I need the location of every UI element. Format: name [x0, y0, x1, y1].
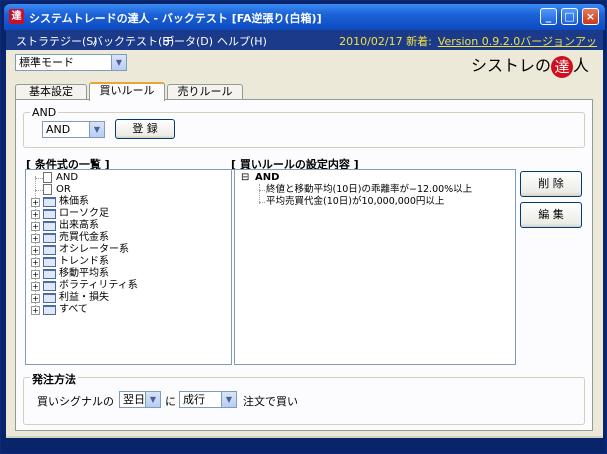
- logo: シストレの達人: [471, 52, 595, 78]
- logic-select-value: AND: [46, 123, 71, 136]
- chevron-down-icon: ▼: [89, 122, 104, 137]
- tab-buy-rules[interactable]: 買いルール: [89, 82, 165, 101]
- register-button[interactable]: 登 録: [115, 119, 175, 139]
- document-icon: [43, 172, 52, 183]
- chevron-down-icon: ▼: [145, 392, 160, 407]
- menu-backtest[interactable]: バックテスト(B): [92, 33, 174, 49]
- version-link[interactable]: Version 0.9.2.0バージョンアッ: [438, 35, 597, 48]
- conditions-tree[interactable]: AND OR + 株価系 + ローソク足 + 出来高系 + 売買代金系 + オシ…: [25, 169, 232, 365]
- main-window: 達 システムトレードの達人 - バックテスト [FA逆張り(白箱)] _ □ ×…: [0, 0, 607, 454]
- buy-rules-panel: AND AND ▼ 登 録 [ 条件式の一覧 ] [ 買いルールの設定内容 ] …: [15, 99, 593, 431]
- tab-basic-settings[interactable]: 基本設定: [15, 84, 87, 100]
- document-icon: [43, 184, 52, 195]
- minimize-button[interactable]: _: [540, 8, 557, 25]
- and-group-label: AND: [30, 106, 59, 119]
- maximize-button[interactable]: □: [561, 8, 578, 25]
- window-title: システムトレードの達人 - バックテスト [FA逆張り(白箱)]: [29, 12, 322, 25]
- status-strip: [6, 436, 603, 438]
- expand-icon[interactable]: +: [31, 270, 40, 279]
- folder-icon: [43, 209, 56, 219]
- expand-icon[interactable]: +: [31, 222, 40, 231]
- logo-text-before: シストレの: [471, 56, 552, 75]
- close-button[interactable]: ×: [582, 8, 599, 25]
- expand-icon[interactable]: +: [31, 210, 40, 219]
- edit-button[interactable]: 編 集: [520, 202, 582, 228]
- logic-select[interactable]: AND ▼: [42, 121, 105, 138]
- folder-icon: [43, 197, 56, 207]
- folder-icon: [43, 245, 56, 255]
- chevron-down-icon: ▼: [111, 55, 126, 70]
- rule-item[interactable]: 平均売買代金(10日)が10,000,000円以上: [266, 196, 444, 208]
- mode-select[interactable]: 標準モード ▼: [15, 54, 127, 71]
- expand-icon[interactable]: +: [31, 282, 40, 291]
- collapse-icon[interactable]: ⊟: [241, 172, 249, 184]
- folder-icon: [43, 221, 56, 231]
- order-suffix: 注文で買い: [243, 395, 298, 408]
- delete-button[interactable]: 削 除: [520, 171, 582, 197]
- and-group: AND AND ▼ 登 録: [23, 106, 585, 148]
- expand-icon[interactable]: +: [31, 234, 40, 243]
- news-date: 2010/02/17 新着:: [339, 35, 432, 48]
- menu-bar: ストラテジー(S) バックテスト(B) データ(D) ヘルプ(H) 2010/0…: [6, 30, 603, 50]
- title-bar[interactable]: 達 システムトレードの達人 - バックテスト [FA逆張り(白箱)] _ □ ×: [4, 4, 605, 30]
- order-type-value: 成行: [183, 393, 205, 406]
- folder-icon: [43, 233, 56, 243]
- expand-icon[interactable]: +: [31, 306, 40, 315]
- client-area: ストラテジー(S) バックテスト(B) データ(D) ヘルプ(H) 2010/0…: [6, 30, 603, 438]
- tab-sell-rules[interactable]: 売りルール: [167, 84, 243, 100]
- folder-icon: [43, 269, 56, 279]
- expand-icon[interactable]: +: [31, 294, 40, 303]
- order-group-label: 発注方法: [30, 371, 78, 387]
- folder-icon: [43, 293, 56, 303]
- order-type-select[interactable]: 成行 ▼: [179, 391, 237, 408]
- expand-icon[interactable]: +: [31, 258, 40, 267]
- order-day-select[interactable]: 翌日 ▼: [119, 391, 161, 408]
- expand-icon[interactable]: +: [31, 246, 40, 255]
- menu-help[interactable]: ヘルプ(H): [217, 33, 267, 49]
- chevron-down-icon: ▼: [221, 392, 236, 407]
- order-prefix: 買いシグナルの: [37, 395, 114, 408]
- order-connector: に: [165, 395, 176, 408]
- expand-icon[interactable]: +: [31, 198, 40, 207]
- order-group: 発注方法 買いシグナルの 翌日 ▼ に 成行 ▼ 注文で買い: [23, 371, 585, 425]
- order-day-value: 翌日: [123, 393, 145, 406]
- folder-icon: [43, 257, 56, 267]
- logo-seal: 達: [551, 55, 574, 78]
- rule-item[interactable]: 終値と移動平均(10日)の乖離率が−12.00%以上: [266, 184, 472, 196]
- app-icon: 達: [9, 9, 24, 24]
- news-status: 2010/02/17 新着: Version 0.9.2.0バージョンアッ: [339, 33, 597, 49]
- menu-strategy[interactable]: ストラテジー(S): [16, 33, 98, 49]
- logo-text-after: 人: [573, 56, 590, 75]
- folder-icon: [43, 281, 56, 291]
- mode-select-value: 標準モード: [19, 56, 74, 69]
- menu-data[interactable]: データ(D): [163, 33, 213, 49]
- folder-icon: [43, 305, 56, 315]
- buy-rules-tree[interactable]: ⊟ AND 終値と移動平均(10日)の乖離率が−12.00%以上 平均売買代金(…: [234, 169, 516, 365]
